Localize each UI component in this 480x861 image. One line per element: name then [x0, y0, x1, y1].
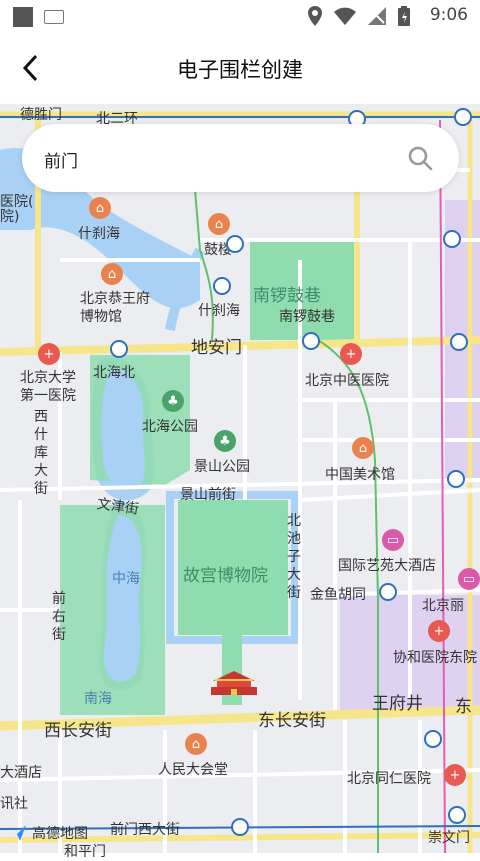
map-label-nanluoguxiang-area: 南锣鼓巷: [253, 286, 321, 306]
map-label-chongwenmen: 崇文门: [428, 830, 470, 846]
map-label-shichahai: 什刹海: [78, 226, 120, 242]
map-label-beichizi: 北池子大街: [287, 513, 301, 601]
metro-icon[interactable]: [424, 730, 442, 748]
map-label-gugong: 故宫博物院: [183, 566, 268, 586]
metro-icon[interactable]: [454, 108, 472, 126]
temple-icon[interactable]: ⌂: [89, 197, 111, 219]
park-icon[interactable]: ♣: [214, 430, 236, 452]
map-label-nanhai: 南海: [84, 691, 112, 707]
notification-icon: [13, 7, 33, 27]
search-bar: [22, 124, 459, 194]
location-marker-icon[interactable]: [209, 669, 259, 695]
map-label-nanluoguxiang: 南锣鼓巷: [279, 309, 335, 325]
hospital-icon[interactable]: +: [340, 343, 362, 365]
park-icon[interactable]: ♣: [162, 390, 184, 412]
page-title: 电子围栏创建: [177, 58, 303, 82]
map-label-xiehe: 协和医院东院: [393, 650, 477, 666]
map-label-tongren: 北京同仁医院: [347, 771, 431, 787]
map-label-xishiku: 西什库大街: [34, 409, 48, 497]
map-label-beihai-park: 北海公园: [142, 419, 198, 435]
app-header: 电子围栏创建: [0, 32, 480, 104]
map-brand: 高德地图: [8, 823, 88, 843]
map-label-beihaibei: 北海北: [93, 365, 135, 381]
hospital-icon[interactable]: +: [444, 764, 466, 786]
map-label-guoji-hotel: 国际艺苑大酒店: [338, 558, 436, 574]
status-time: 9:06: [429, 5, 468, 25]
hospital-icon[interactable]: +: [38, 343, 60, 365]
map-label-xunshe: 讯社: [0, 796, 28, 812]
museum-icon[interactable]: ⌂: [101, 263, 123, 285]
map-label-dongchangan: 东长安街: [258, 711, 326, 731]
hotel-icon[interactable]: ▭: [382, 529, 404, 551]
metro-icon[interactable]: [213, 277, 231, 295]
map-label-qianyoujie: 前右街: [52, 591, 66, 643]
search-input[interactable]: [42, 124, 406, 194]
map-label-jingshanqianjie: 景山前街: [180, 487, 236, 503]
map-label-zhonghai: 中海: [112, 571, 140, 587]
hotel-icon[interactable]: ▭: [458, 568, 480, 590]
temple-icon[interactable]: ⌂: [208, 213, 230, 235]
map-label-yiyuan: 医院(: [0, 194, 34, 210]
map-label-shichahai-station: 什刹海: [198, 303, 240, 319]
map-label-dajiudian: 大酒店: [0, 765, 42, 781]
map-label-jingshan-park: 景山公园: [194, 459, 250, 475]
metro-icon[interactable]: [231, 818, 249, 836]
metro-icon[interactable]: [448, 806, 466, 824]
map-label-beijingli: 北京丽: [422, 598, 464, 614]
no-signal-icon: [368, 7, 386, 25]
battery-icon: [398, 6, 410, 26]
keyboard-icon: [44, 10, 64, 24]
metro-icon[interactable]: [379, 583, 397, 601]
map-label-wangfujing: 王府井: [372, 694, 423, 714]
museum-icon[interactable]: ⌂: [352, 437, 374, 459]
map-label-hepingmen: 和平门: [64, 844, 106, 860]
map-label-meishuguan: 中国美术馆: [325, 467, 395, 483]
status-icons: [308, 6, 410, 26]
map-label-deshengmen: 德胜门: [20, 107, 62, 123]
navigation-arrow-icon: [10, 825, 26, 841]
map-label-rendahui: 人民大会堂: [158, 762, 228, 778]
map-label-bjdx-hospital: 北京大学第一医院: [20, 370, 76, 404]
map-label-gongwangfu: 北京恭王府博物馆: [80, 291, 150, 325]
metro-icon[interactable]: [302, 332, 320, 350]
metro-icon[interactable]: [443, 230, 461, 248]
wifi-icon: [334, 7, 356, 25]
brand-text: 高德地图: [32, 826, 88, 842]
location-icon: [308, 6, 322, 26]
map-label-jinyuhutong: 金鱼胡同: [310, 587, 366, 603]
metro-icon[interactable]: [447, 470, 465, 488]
search-icon[interactable]: [407, 145, 433, 171]
metro-icon[interactable]: [450, 333, 468, 351]
metro-icon[interactable]: [226, 235, 244, 253]
museum-icon[interactable]: ⌂: [185, 733, 207, 755]
map-label-zyy-hospital: 北京中医医院: [305, 373, 389, 389]
map-label-qianmenxi: 前门西大街: [110, 822, 180, 838]
hospital-icon[interactable]: +: [428, 620, 450, 642]
status-bar: 9:06: [0, 0, 480, 32]
map-label-dianmen: 地安门: [191, 338, 242, 358]
metro-icon[interactable]: [110, 340, 128, 358]
map-label-dong: 东: [455, 697, 472, 717]
map-label-xichangan: 西长安街: [44, 721, 112, 741]
